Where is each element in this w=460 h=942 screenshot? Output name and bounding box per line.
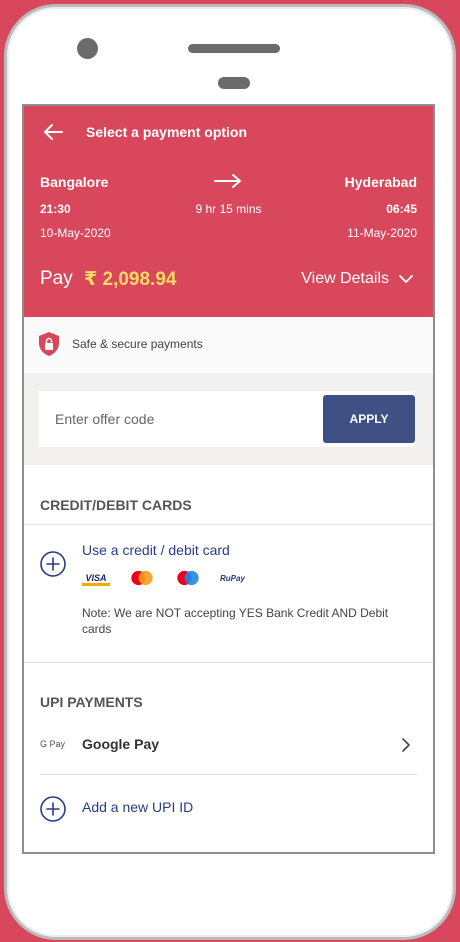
gpay-logo: G Pay <box>40 739 66 749</box>
secure-payments-text: Safe & secure payments <box>72 337 203 351</box>
view-details-button[interactable]: View Details <box>301 270 413 288</box>
plus-circle-icon[interactable] <box>40 551 66 577</box>
camera-dot <box>77 38 98 59</box>
right-arrow-icon <box>214 174 241 188</box>
google-pay-label: Google Pay <box>82 736 160 752</box>
visa-logo-text: VISA <box>85 573 106 583</box>
departure-date: 10-May-2020 <box>40 226 111 240</box>
trip-duration: 9 hr 15 mins <box>195 202 262 216</box>
maestro-logo-icon <box>177 570 199 586</box>
offer-code-box: APPLY <box>39 391 415 447</box>
back-arrow-icon[interactable] <box>42 121 64 143</box>
upi-section-title: UPI PAYMENTS <box>40 694 143 710</box>
trip-header: Select a payment option Bangalore Hydera… <box>24 106 433 317</box>
speaker-grille <box>188 44 280 53</box>
view-details-label: View Details <box>301 270 389 287</box>
chevron-right-icon <box>402 738 410 752</box>
visa-logo-icon: VISA <box>82 570 110 586</box>
offer-code-input[interactable] <box>39 391 319 447</box>
cards-section-title: CREDIT/DEBIT CARDS <box>40 497 192 513</box>
payment-screen: Select a payment option Bangalore Hydera… <box>22 104 435 854</box>
rupay-logo-icon: RuPay <box>220 574 245 583</box>
mastercard-logo-icon <box>131 570 153 586</box>
chevron-down-icon <box>399 275 413 283</box>
arrival-time: 06:45 <box>386 202 417 216</box>
use-card-option[interactable]: Use a credit / debit card <box>82 542 230 558</box>
sensor <box>218 77 250 89</box>
origin-city: Bangalore <box>40 174 109 190</box>
apply-button[interactable]: APPLY <box>323 395 415 443</box>
rupay-logo-text: RuPay <box>220 574 245 583</box>
add-upi-id-option[interactable]: Add a new UPI ID <box>82 799 193 815</box>
pay-label: Pay <box>40 268 73 289</box>
plus-circle-icon[interactable] <box>40 796 66 822</box>
secure-payments-banner: Safe & secure payments <box>24 317 433 375</box>
pay-amount: ₹ 2,098.94 <box>84 269 177 290</box>
page-title: Select a payment option <box>86 124 248 140</box>
destination-city: Hyderabad <box>344 174 417 190</box>
card-logos: VISA RuPay <box>82 570 252 586</box>
offer-code-section: APPLY <box>24 375 433 465</box>
divider <box>40 774 417 775</box>
shield-icon <box>39 332 59 356</box>
divider <box>24 662 433 663</box>
arrival-date: 11-May-2020 <box>347 226 417 240</box>
divider <box>24 524 433 525</box>
card-note: Note: We are NOT accepting YES Bank Cred… <box>82 606 389 636</box>
